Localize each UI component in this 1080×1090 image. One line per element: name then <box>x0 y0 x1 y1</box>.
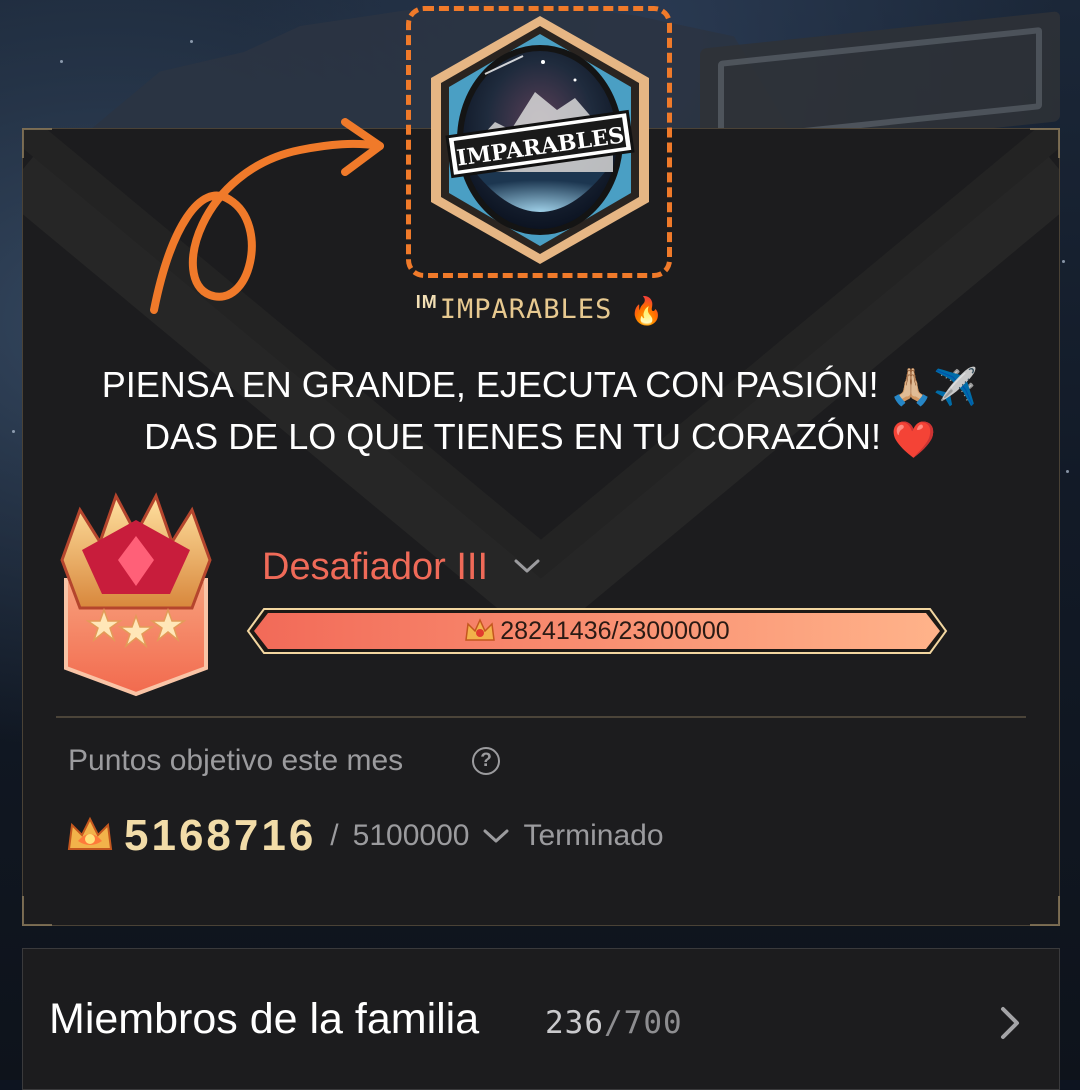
family-name-prefix: IM <box>415 292 438 312</box>
members-current: 236 <box>545 1005 604 1041</box>
rank-progress-text: 28241436/23000000 <box>500 616 730 645</box>
members-separator: / <box>604 1005 624 1041</box>
monthly-points-goal: 5100000 <box>352 819 470 852</box>
family-emblem-icon[interactable]: IMPARABLES <box>425 12 655 268</box>
fire-emoji: 🔥 <box>629 295 665 327</box>
chevron-right-icon[interactable] <box>997 1005 1023 1041</box>
crown-icon <box>67 816 113 850</box>
rank-progress-label: 28241436/23000000 <box>246 607 948 655</box>
rank-title[interactable]: Desafiador III <box>262 546 488 589</box>
motto-line-1: PIENSA EN GRANDE, EJECUTA CON PASIÓN! <box>101 364 879 405</box>
chevron-down-icon[interactable] <box>512 556 542 576</box>
crown-icon <box>465 618 496 641</box>
family-motto: PIENSA EN GRANDE, EJECUTA CON PASIÓN! 🙏🏼… <box>0 360 1080 465</box>
members-count: 236/700 <box>545 1005 683 1041</box>
monthly-points-row: 5168716 / 5100000 Terminado <box>66 806 664 866</box>
monthly-points-value: 5168716 <box>124 811 317 860</box>
motto-line-2-emoji: ❤️ <box>891 418 936 460</box>
motto-line-2: DAS DE LO QUE TIENES EN TU CORAZÓN! <box>144 416 881 458</box>
section-divider <box>56 716 1026 718</box>
challenger-rank-badge-icon <box>60 492 212 697</box>
members-max: 700 <box>623 1005 683 1041</box>
family-name-text: IMPARABLES <box>439 294 613 325</box>
question-circle-icon[interactable]: ? <box>472 747 500 775</box>
family-members-row[interactable]: Miembros de la familia 236/700 <box>22 948 1060 1090</box>
members-title: Miembros de la familia <box>49 995 480 1043</box>
motto-line-1-emoji: 🙏🏼✈️ <box>888 366 979 408</box>
chevron-down-icon[interactable] <box>481 826 511 846</box>
monthly-points-status: Terminado <box>523 819 664 852</box>
family-name: IMIMPARABLES 🔥 <box>0 292 1080 327</box>
monthly-points-separator: / <box>330 819 339 852</box>
annotation-arrow-icon <box>150 118 384 314</box>
monthly-points-label: Puntos objetivo este mes <box>68 744 404 777</box>
